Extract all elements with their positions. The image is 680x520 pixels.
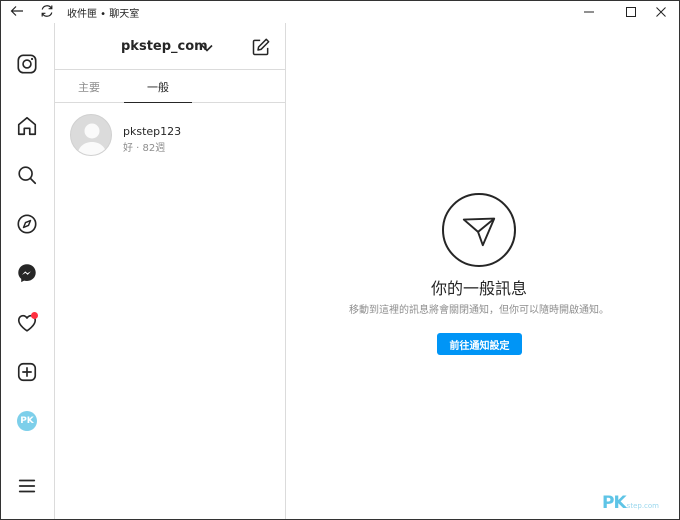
paper-plane-icon: [442, 193, 516, 267]
tab-primary[interactable]: 主要: [55, 71, 123, 103]
close-window-button[interactable]: [646, 3, 676, 21]
empty-state-title: 你的一般訊息: [430, 279, 527, 298]
instagram-logo-icon[interactable]: [15, 52, 39, 76]
thread-preview: 好 · 82週: [123, 143, 166, 154]
back-arrow-icon[interactable]: [9, 3, 25, 19]
window-title: 收件匣 • 聊天室: [67, 9, 140, 20]
main-empty-state: 你的一般訊息 移動到這裡的訊息將會關閉通知，但你可以隨時開啟通知。 前往通知設定: [287, 23, 679, 519]
watermark-sub: step.com: [626, 502, 659, 510]
default-avatar-icon: [70, 114, 112, 156]
notification-badge: [31, 312, 38, 319]
empty-state-description: 移動到這裡的訊息將會關閉通知，但你可以隨時開啟通知。: [349, 305, 609, 316]
refresh-icon[interactable]: [39, 3, 55, 19]
account-username[interactable]: pkstep_com: [121, 39, 208, 54]
create-plus-icon[interactable]: [15, 360, 39, 384]
home-icon[interactable]: [15, 114, 39, 138]
conversation-list-panel: pkstep_com 主要 一般 pkstep123 好 · 82週: [55, 23, 286, 519]
menu-icon[interactable]: [15, 474, 39, 498]
inbox-tabs: 主要 一般: [55, 71, 286, 103]
watermark-logo: PK step.com: [602, 493, 659, 513]
thread-item[interactable]: pkstep123 好 · 82週: [55, 111, 286, 163]
explore-compass-icon[interactable]: [15, 212, 39, 236]
tab-general[interactable]: 一般: [124, 71, 192, 103]
watermark-brand: PK: [602, 493, 627, 513]
title-bar: 收件匣 • 聊天室: [1, 1, 679, 23]
nav-rail: PK: [1, 23, 55, 519]
thread-name: pkstep123: [123, 125, 182, 138]
minimize-button[interactable]: [574, 3, 604, 21]
messenger-icon[interactable]: [15, 261, 39, 285]
profile-avatar[interactable]: PK: [15, 409, 39, 433]
chevron-down-icon[interactable]: [200, 40, 214, 54]
list-header: pkstep_com: [55, 23, 286, 70]
compose-icon[interactable]: [251, 37, 271, 57]
go-to-notification-settings-button[interactable]: 前往通知設定: [437, 333, 522, 355]
app-window: 收件匣 • 聊天室 PK pkstep_com 主要 一般 pkstep123 …: [0, 0, 680, 520]
heart-icon[interactable]: [15, 311, 39, 335]
search-icon[interactable]: [15, 163, 39, 187]
maximize-button[interactable]: [616, 3, 646, 21]
profile-initials: PK: [17, 411, 37, 431]
